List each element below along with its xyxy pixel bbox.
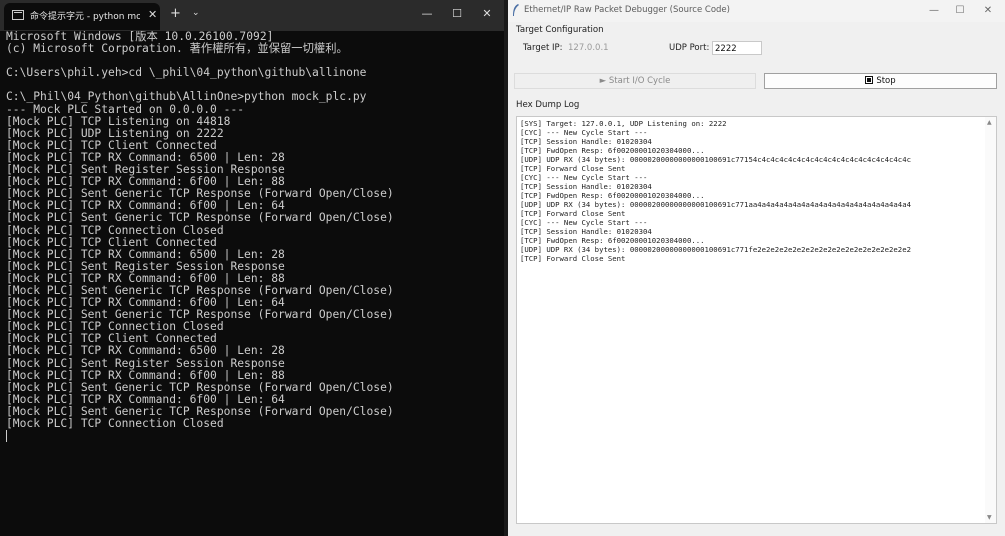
scroll-up-icon[interactable]: ▲ <box>987 119 992 126</box>
log-line: [UDP] UDP RX (34 bytes): 000002000000000… <box>520 155 911 164</box>
terminal-line: C:\Users\phil.yeh>cd \_phil\04_python\gi… <box>6 66 367 80</box>
tab-close-icon[interactable]: ✕ <box>148 8 157 21</box>
log-line: [CYC] --- New Cycle Start --- <box>520 128 648 137</box>
log-line: [SYS] Target: 127.0.0.1, UDP Listening o… <box>520 119 727 128</box>
log-line: [CYC] --- New Cycle Start --- <box>520 173 648 182</box>
feather-icon <box>513 4 519 16</box>
log-text[interactable]: [SYS] Target: 127.0.0.1, UDP Listening o… <box>520 119 980 519</box>
log-line: [TCP] Session Handle: 01020304 <box>520 227 652 236</box>
scroll-down-icon[interactable]: ▼ <box>987 514 992 521</box>
terminal-maximize-button[interactable]: ☐ <box>446 5 468 23</box>
log-scrollbar[interactable]: ▲ ▼ <box>985 117 996 523</box>
terminal-window: 命令提示字元 - python mock_ ✕ + ⌄ — ☐ ✕ Micros… <box>0 0 504 536</box>
log-line: [TCP] FwdOpen Resp: 6f00200001020304000.… <box>520 191 705 200</box>
terminal-line: [Mock PLC] Sent Generic TCP Response (Fo… <box>6 211 394 225</box>
log-line: [TCP] Forward Close Sent <box>520 209 626 218</box>
debugger-maximize-button[interactable]: ☐ <box>950 2 970 20</box>
terminal-close-button[interactable]: ✕ <box>476 5 498 23</box>
new-tab-button[interactable]: + <box>170 7 181 21</box>
log-line: [TCP] Forward Close Sent <box>520 254 626 263</box>
target-ip-field[interactable]: 127.0.0.1 <box>568 43 609 53</box>
log-line: [TCP] FwdOpen Resp: 6f00200001020304000.… <box>520 146 705 155</box>
hex-dump-log-label: Hex Dump Log <box>516 100 580 110</box>
log-line: [CYC] --- New Cycle Start --- <box>520 218 648 227</box>
hex-dump-log[interactable]: [SYS] Target: 127.0.0.1, UDP Listening o… <box>516 116 997 524</box>
terminal-line: [Mock PLC] TCP Connection Closed <box>6 417 224 430</box>
terminal-line: [Mock PLC] TCP Listening on 44818 <box>6 114 231 128</box>
debugger-window: Ethernet/IP Raw Packet Debugger (Source … <box>508 0 1005 536</box>
terminal-tab-title: 命令提示字元 - python mock_ <box>30 12 140 22</box>
debugger-minimize-button[interactable]: — <box>924 2 944 20</box>
terminal-line: [Mock PLC] TCP Client Connected <box>6 235 217 249</box>
terminal-line: [Mock PLC] Sent Register Session Respons… <box>6 356 285 370</box>
log-line: [TCP] Forward Close Sent <box>520 164 626 173</box>
log-line: [UDP] UDP RX (34 bytes): 000002000000000… <box>520 245 911 254</box>
stop-button[interactable]: Stop <box>764 73 997 89</box>
debugger-title: Ethernet/IP Raw Packet Debugger (Source … <box>524 5 730 15</box>
stop-icon <box>865 76 874 84</box>
debugger-titlebar: Ethernet/IP Raw Packet Debugger (Source … <box>508 0 1005 22</box>
text-cursor <box>6 430 7 443</box>
terminal-line: [Mock PLC] TCP RX Command: 6500 | Len: 2… <box>6 247 285 261</box>
terminal-line: --- Mock PLC Started on 0.0.0.0 --- <box>6 102 245 116</box>
terminal-line: [Mock PLC] TCP RX Command: 6500 | Len: 2… <box>6 344 285 358</box>
start-io-cycle-button[interactable]: ► Start I/O Cycle <box>514 73 756 89</box>
tab-dropdown-icon[interactable]: ⌄ <box>192 8 200 18</box>
terminal-line: C:\_Phil\04_Python\github\AllinOne>pytho… <box>6 90 367 104</box>
terminal-icon <box>12 10 24 20</box>
terminal-cursor-line <box>6 430 501 443</box>
log-line: [TCP] FwdOpen Resp: 6f00200001020304000.… <box>520 236 705 245</box>
terminal-line: [Mock PLC] TCP Connection Closed <box>6 223 224 237</box>
terminal-line: (c) Microsoft Corporation. 著作權所有，並保留一切權利… <box>6 42 348 56</box>
terminal-line: [Mock PLC] Sent Generic TCP Response (Fo… <box>6 380 394 394</box>
target-ip-label: Target IP: <box>523 43 563 53</box>
terminal-line: [Mock PLC] TCP RX Command: 6f00 | Len: 8… <box>6 368 285 382</box>
udp-port-field[interactable]: 2222 <box>712 41 762 55</box>
stop-button-label: Stop <box>876 76 896 86</box>
log-line: [TCP] Session Handle: 01020304 <box>520 137 652 146</box>
terminal-tab[interactable]: 命令提示字元 - python mock_ ✕ <box>4 3 160 30</box>
udp-port-label: UDP Port: <box>669 43 710 53</box>
debugger-close-button[interactable]: ✕ <box>978 2 998 20</box>
terminal-output[interactable]: Microsoft Windows [版本 10.0.26100.7092] (c… <box>6 31 501 531</box>
log-line: [UDP] UDP RX (34 bytes): 000002000000000… <box>520 200 911 209</box>
log-line: [TCP] Session Handle: 01020304 <box>520 182 652 191</box>
terminal-titlebar: 命令提示字元 - python mock_ ✕ + ⌄ — ☐ ✕ <box>0 0 504 31</box>
target-config-label: Target Configuration <box>516 25 604 35</box>
terminal-minimize-button[interactable]: — <box>416 5 438 23</box>
